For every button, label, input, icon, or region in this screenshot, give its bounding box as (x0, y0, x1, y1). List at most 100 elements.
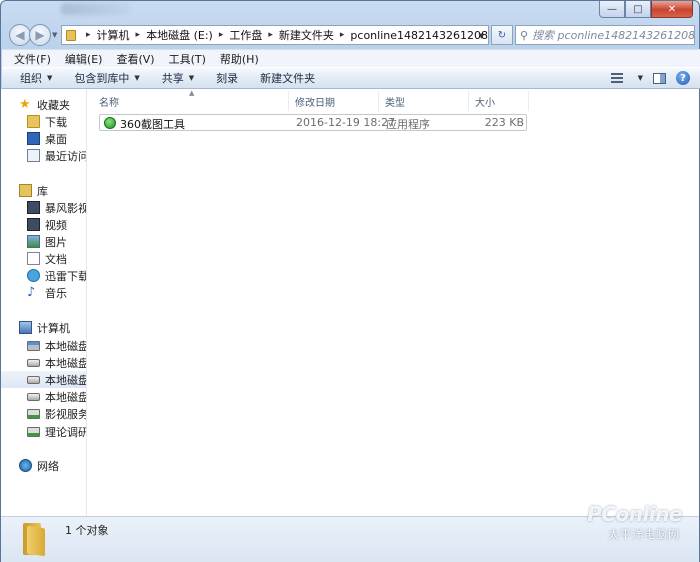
chevron-down-icon[interactable]: ▼ (638, 74, 643, 82)
file-list: 名称 ▲ 修改日期 类型 大小 360截图工具 2016-12-19 18:27 … (93, 89, 699, 516)
recent-pages-chevron-icon[interactable]: ▼ (52, 31, 57, 39)
sidebar-computer[interactable]: 计算机 (1, 319, 86, 336)
folder-icon (21, 523, 45, 557)
item-count: 1 个对象 (65, 524, 109, 537)
preview-pane-icon[interactable] (653, 72, 666, 84)
sidebar-item-thunder[interactable]: 迅雷下载 (1, 267, 87, 284)
search-input[interactable]: ⚲ 搜索 pconline1482143261208 (515, 25, 695, 45)
file-name: 360截图工具 (120, 118, 185, 131)
breadcrumb-current-folder[interactable]: pconline1482143261208 (350, 29, 488, 42)
file-type: 应用程序 (386, 118, 430, 131)
watermark: PConline 太平洋电脑网 (568, 500, 688, 546)
burn-button[interactable]: 刻录 (216, 70, 238, 86)
sidebar-item-label: 暴风影视库 (45, 201, 86, 215)
watermark-subtitle: 太平洋电脑网 (608, 528, 680, 541)
forward-arrow-icon: ▶ (35, 28, 45, 42)
chevron-down-icon: ▼ (188, 74, 195, 82)
minimize-button[interactable]: — (599, 1, 625, 18)
menu-view[interactable]: 查看(V) (116, 51, 154, 67)
back-button[interactable]: ◀ (9, 24, 31, 46)
sidebar-item-pictures[interactable]: 图片 (1, 233, 86, 250)
network-drive-icon (27, 426, 40, 437)
sidebar-libraries[interactable]: 库 (1, 182, 86, 199)
sidebar-item-label: 桌面 (45, 132, 67, 146)
sort-ascending-icon: ▲ (189, 89, 195, 97)
menu-edit[interactable]: 编辑(E) (65, 51, 103, 67)
refresh-button[interactable]: ↻ (491, 25, 513, 45)
file-size: 223 KB (484, 116, 524, 129)
column-header-type[interactable]: 类型 (379, 91, 469, 111)
app-icon (104, 116, 116, 129)
desktop-icon (27, 132, 40, 145)
sidebar-item-recent[interactable]: 最近访问的位置 (1, 147, 86, 164)
content-area: ★ 收藏夹 下载 桌面 最近访问的位置 库 暴风影视库 视频 图片 文档 迅雷下载… (1, 89, 699, 516)
sidebar-item-drive-f[interactable]: 本地磁盘 (F:) (1, 388, 87, 405)
sidebar-item-drive-c[interactable]: 本地磁盘 (C:) (1, 337, 87, 354)
pictures-icon (27, 235, 40, 248)
menu-help[interactable]: 帮助(H) (220, 51, 259, 67)
downloads-folder-icon (27, 115, 40, 128)
new-folder-button[interactable]: 新建文件夹 (260, 70, 315, 86)
command-bar: 组织 ▼ 包含到库中 ▼ 共享 ▼ 刻录 新建文件夹 ▼ ? (2, 67, 700, 89)
sidebar-item-label: 本地磁盘 (E:) (45, 373, 87, 387)
sidebar-item-drive-e[interactable]: 本地磁盘 (E:) (1, 371, 87, 388)
system-drive-icon (27, 340, 40, 351)
sidebar-item-drive-d[interactable]: 本地磁盘 (D:) (1, 354, 86, 371)
menu-bar: 文件(F) 编辑(E) 查看(V) 工具(T) 帮助(H) (2, 49, 700, 67)
close-button[interactable]: ✕ (651, 1, 693, 18)
sidebar-favorites[interactable]: ★ 收藏夹 (1, 96, 86, 113)
sidebar-item-label: 迅雷下载 (45, 269, 87, 283)
address-bar[interactable]: ▸ 计算机 ▸ 本地磁盘 (E:) ▸ 工作盘 ▸ 新建文件夹 ▸ pconli… (61, 25, 489, 45)
back-arrow-icon: ◀ (15, 28, 25, 42)
address-row: ◀ ▶ ▼ ▸ 计算机 ▸ 本地磁盘 (E:) ▸ 工作盘 ▸ 新建文件夹 ▸ … (7, 23, 695, 47)
toolbar-right: ▼ ? (610, 71, 690, 85)
menu-tools[interactable]: 工具(T) (169, 51, 206, 67)
sidebar-header-label: 网络 (37, 459, 59, 473)
sidebar-item-downloads[interactable]: 下载 (1, 113, 86, 130)
organize-button[interactable]: 组织 ▼ (20, 70, 52, 86)
sidebar-network[interactable]: 网络 (1, 457, 86, 474)
crumb-separator-icon[interactable]: ▸ (213, 30, 230, 40)
star-icon: ★ (19, 97, 31, 112)
table-row[interactable]: 360截图工具 2016-12-19 18:27 应用程序 223 KB (99, 114, 527, 131)
breadcrumb-work-drive[interactable]: 工作盘 (229, 27, 262, 43)
address-dropdown-chevron-icon[interactable]: ▼ (479, 32, 484, 40)
breadcrumb-computer[interactable]: 计算机 (97, 27, 130, 43)
sidebar-header-label: 收藏夹 (37, 98, 70, 112)
library-icon (19, 184, 32, 197)
window-title-blurred (61, 3, 131, 15)
help-icon[interactable]: ? (676, 71, 690, 85)
menu-file[interactable]: 文件(F) (14, 51, 51, 67)
sidebar-item-desktop[interactable]: 桌面 (1, 130, 86, 147)
chevron-down-icon: ▼ (47, 74, 53, 82)
crumb-separator-icon[interactable]: ▸ (80, 30, 97, 40)
breadcrumb-new-folder[interactable]: 新建文件夹 (279, 27, 334, 43)
include-in-library-button[interactable]: 包含到库中 ▼ (74, 70, 139, 86)
sidebar-item-baofeng[interactable]: 暴风影视库 (1, 199, 86, 216)
sidebar-item-documents[interactable]: 文档 (1, 250, 86, 267)
column-header-name[interactable]: 名称 ▲ (93, 89, 289, 111)
maximize-button[interactable]: □ (625, 1, 651, 18)
column-header-modified[interactable]: 修改日期 (289, 91, 379, 111)
sidebar-item-label: 理论调研板 (45, 425, 86, 439)
breadcrumb-drive-e[interactable]: 本地磁盘 (E:) (146, 27, 213, 43)
column-header-size[interactable]: 大小 (469, 91, 529, 111)
view-options-icon[interactable] (610, 73, 623, 83)
caption-buttons: — □ ✕ (599, 1, 693, 18)
column-name-label: 名称 (99, 97, 119, 109)
share-button[interactable]: 共享 ▼ (162, 70, 194, 86)
thunder-download-icon (27, 269, 40, 282)
sidebar-item-music[interactable]: ♪ 音乐 (1, 284, 86, 301)
forward-button[interactable]: ▶ (29, 24, 51, 46)
sidebar-item-videos[interactable]: 视频 (1, 216, 86, 233)
crumb-separator-icon[interactable]: ▸ (130, 30, 147, 40)
videos-icon (27, 218, 40, 231)
network-drive-icon (27, 408, 40, 419)
sidebar-item-label: 本地磁盘 (F:) (45, 390, 87, 404)
sidebar-item-label: 本地磁盘 (C:) (45, 339, 87, 353)
drive-icon (27, 392, 40, 401)
crumb-separator-icon[interactable]: ▸ (262, 30, 279, 40)
sidebar-item-research[interactable]: 理论调研板 (1, 423, 86, 440)
sidebar-item-video-server[interactable]: 影视服务器 (1, 405, 86, 422)
crumb-separator-icon[interactable]: ▸ (334, 30, 351, 40)
